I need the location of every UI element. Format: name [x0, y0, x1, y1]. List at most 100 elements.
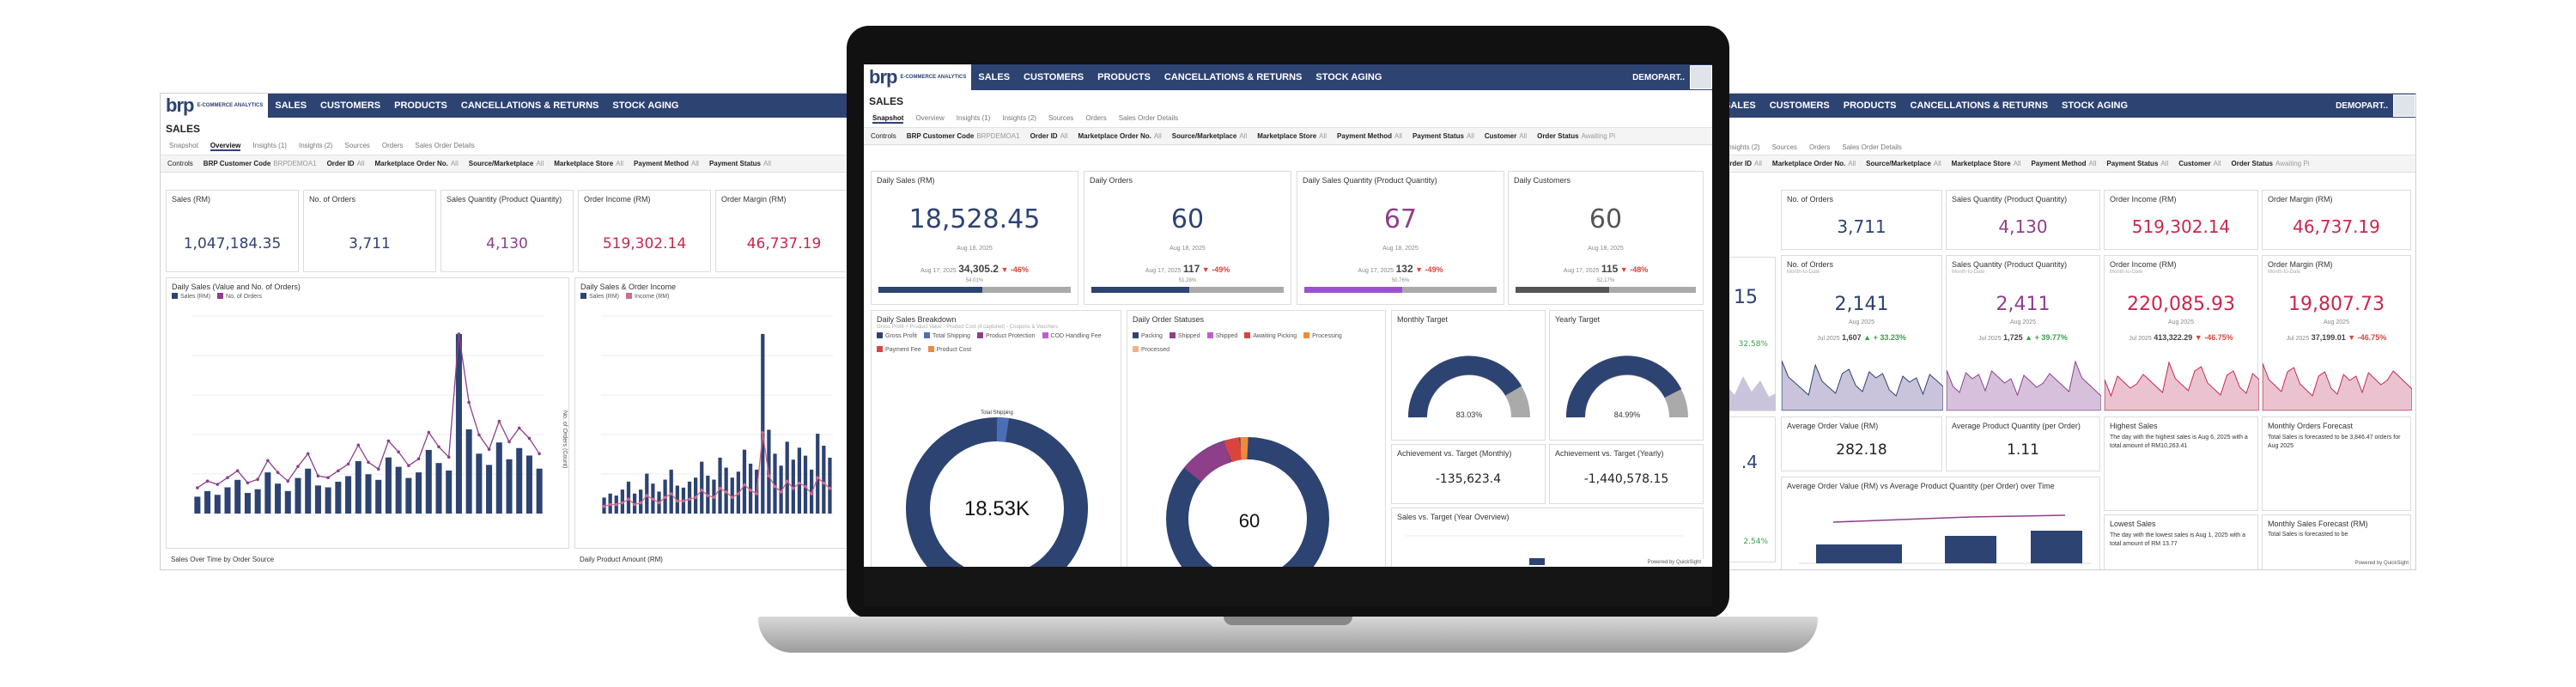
legend-item: Awaiting Picking [1244, 332, 1297, 339]
tab-insights-1[interactable]: Insights (1) [957, 114, 991, 124]
control-source[interactable]: Source/Marketplace All [469, 160, 544, 167]
daily-kpi-card[interactable]: Daily Sales Quantity (Product Quantity) … [1297, 171, 1504, 305]
nav-products[interactable]: PRODUCTS [387, 100, 454, 111]
mtd-card[interactable]: No. of Orders Month-to-Date 2,141 Aug 20… [1781, 255, 1943, 411]
top-nav: SALES CUSTOMERS PRODUCTS CANCELLATIONS &… [1717, 94, 2415, 118]
control-customer[interactable]: Customer All [1485, 132, 1527, 140]
nav-products[interactable]: PRODUCTS [1837, 100, 1904, 111]
tab-insights-2[interactable]: Insights (2) [299, 142, 333, 151]
daily-order-statuses: Daily Order Statuses Packing Shipped Shipp… [1127, 310, 1386, 567]
daily-kpi-card[interactable]: Daily Customers 60 Aug 18, 2025 Aug 17, … [1508, 171, 1704, 305]
nav-stock-aging[interactable]: STOCK AGING [605, 100, 685, 111]
control-customer[interactable]: Customer All [2178, 160, 2221, 167]
tab-orders[interactable]: Orders [382, 142, 403, 151]
control-marketplace-order[interactable]: Marketplace Order No. All [374, 160, 458, 167]
bar [365, 474, 372, 514]
kpi-value: 1.11 [2007, 441, 2039, 459]
kpi-quantity[interactable]: Sales Quantity (Product Quantity) 4,130 [1946, 190, 2100, 250]
brand-logo[interactable]: brp E-COMMERCE ANALYTICS [864, 64, 972, 90]
control-store[interactable]: Marketplace Store All [1952, 160, 2021, 167]
tab-overview[interactable]: Overview [210, 142, 241, 151]
chart-legend: Sales (RM) Income (RM) [575, 291, 857, 301]
control-order-id[interactable]: Order ID All [1030, 132, 1068, 140]
control-customer-code[interactable]: BRP Customer Code BRPDEMOA1 [204, 160, 317, 167]
monthly-target: Monthly Target 83.03% [1391, 310, 1546, 441]
nav-customers[interactable]: CUSTOMERS [1763, 100, 1837, 111]
control-payment-status[interactable]: Payment Status All [709, 160, 771, 167]
control-store[interactable]: Marketplace Store All [1257, 132, 1327, 140]
user-menu[interactable]: DEMOPART.. [1632, 73, 1690, 82]
tab-overview[interactable]: Overview [915, 114, 944, 124]
nav-stock-aging[interactable]: STOCK AGING [1309, 72, 1388, 82]
kpi-aov[interactable]: Average Order Value (RM) 282.18 [1781, 416, 1942, 471]
nav-customers[interactable]: CUSTOMERS [1017, 72, 1091, 82]
kpi-value: 4,130 [1998, 216, 2048, 237]
control-payment-method[interactable]: Payment Method All [1337, 132, 1402, 140]
avatar[interactable] [2393, 94, 2415, 117]
tab-insights-1[interactable]: Insights (1) [252, 142, 287, 151]
control-order-id[interactable]: Order ID All [327, 160, 365, 167]
bar [244, 493, 251, 514]
mtd-card[interactable]: Order Margin (RM) Month-to-Date 19,807.7… [2262, 255, 2412, 411]
tab-insights-2[interactable]: Insights (2) [1002, 114, 1036, 124]
mtd-period: Aug 2025 [2010, 319, 2036, 325]
card-title: Daily Order Statuses [1133, 315, 1205, 324]
nav-cancellations[interactable]: CANCELLATIONS & RETURNS [1157, 72, 1309, 82]
avatar[interactable] [1690, 65, 1712, 89]
control-order-status[interactable]: Order Status Awaiting Pi [2232, 160, 2310, 167]
nav-sales[interactable]: SALES [971, 72, 1017, 82]
control-payment-method[interactable]: Payment Method All [634, 160, 699, 167]
kpi-orders[interactable]: No. of Orders 3,711 [1781, 190, 1942, 250]
nav-customers[interactable]: CUSTOMERS [313, 100, 387, 111]
kpi-orders[interactable]: No. of Orders 3,711 [303, 190, 436, 272]
nav-sales[interactable]: SALES [268, 100, 313, 111]
daily-kpi-card[interactable]: Daily Sales (RM) 18,528.45 Aug 18, 2025 … [871, 171, 1078, 305]
tab-snapshot[interactable]: Snapshot [169, 142, 198, 151]
kpi-margin[interactable]: Order Margin (RM) 46,737.19 [2262, 190, 2411, 250]
legend-item: Product Protection [977, 332, 1036, 339]
daily-kpi-card[interactable]: Daily Orders 60 Aug 18, 2025 Aug 17, 202… [1084, 171, 1291, 305]
control-source[interactable]: Source/Marketplace All [1866, 160, 1941, 167]
control-source[interactable]: Source/Marketplace All [1172, 132, 1247, 140]
control-payment-method[interactable]: Payment Method All [2031, 160, 2096, 167]
control-customer-code[interactable]: BRP Customer Code BRPDEMOA1 [907, 132, 1020, 140]
kpi-value: 4,130 [486, 235, 528, 252]
kpi-sales[interactable]: Sales (RM) 1,047,184.35 [166, 190, 299, 272]
nav-products[interactable]: PRODUCTS [1091, 72, 1157, 82]
nav-cancellations[interactable]: CANCELLATIONS & RETURNS [1904, 100, 2056, 111]
nav-cancellations[interactable]: CANCELLATIONS & RETURNS [454, 100, 606, 111]
nav-stock-aging[interactable]: STOCK AGING [2055, 100, 2135, 111]
tab-sources[interactable]: Sources [1772, 143, 1797, 151]
tab-orders[interactable]: Orders [1085, 114, 1106, 124]
bar [325, 487, 331, 514]
control-payment-status[interactable]: Payment Status All [1413, 132, 1474, 140]
tab-sources[interactable]: Sources [1048, 114, 1073, 124]
mtd-card[interactable]: Order Income (RM) Month-to-Date 220,085.… [2104, 255, 2259, 411]
tab-orders[interactable]: Orders [1809, 143, 1830, 151]
kpi-income[interactable]: Order Income (RM) 519,302.14 [2104, 190, 2258, 250]
control-order-id[interactable]: Order ID All [1724, 160, 1762, 167]
tab-sales-order-details[interactable]: Sales Order Details [1842, 143, 1901, 151]
bar [516, 447, 523, 514]
control-payment-status[interactable]: Payment Status All [2106, 160, 2168, 167]
legend-item: Payment Fee [877, 346, 921, 353]
tab-sales-order-details[interactable]: Sales Order Details [415, 142, 474, 151]
control-store[interactable]: Marketplace Store All [554, 160, 623, 167]
mtd-card[interactable]: Sales Quantity (Product Quantity) Month-… [1946, 255, 2101, 411]
kpi-apq[interactable]: Average Product Quantity (per Order) 1.1… [1946, 416, 2100, 471]
tab-insights-2[interactable]: Insights (2) [1726, 143, 1760, 151]
lowest-sales-text: The day with the lowest sales is Aug 1, … [2110, 532, 2245, 547]
control-order-status[interactable]: Order Status Awaiting Pi [1537, 132, 1615, 140]
kpi-margin[interactable]: Order Margin (RM) 46,737.19 [715, 190, 853, 272]
kpi-quantity[interactable]: Sales Quantity (Product Quantity) 4,130 [440, 190, 574, 272]
chart1-svg: No. of Orders (Count) [192, 315, 568, 514]
control-marketplace-order[interactable]: Marketplace Order No. All [1078, 132, 1161, 140]
kpi-value: 519,302.14 [2131, 216, 2231, 237]
tab-snapshot[interactable]: Snapshot [872, 114, 904, 124]
brand-logo[interactable]: brp E-COMMERCE ANALYTICS [161, 94, 269, 118]
user-menu[interactable]: DEMOPART.. [2336, 101, 2393, 111]
tab-sources[interactable]: Sources [345, 142, 370, 151]
kpi-income[interactable]: Order Income (RM) 519,302.14 [578, 190, 711, 272]
control-marketplace-order[interactable]: Marketplace Order No. All [1772, 160, 1856, 167]
tab-sales-order-details[interactable]: Sales Order Details [1119, 114, 1178, 124]
